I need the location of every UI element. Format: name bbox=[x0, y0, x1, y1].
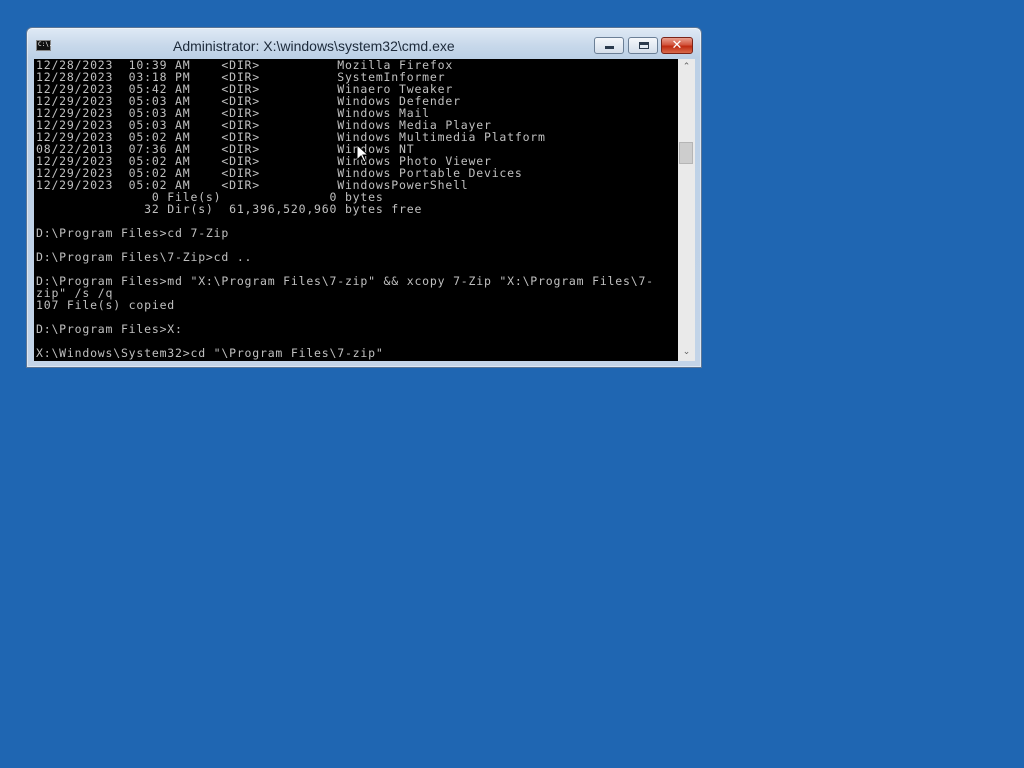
scroll-thumb[interactable] bbox=[679, 142, 693, 164]
window-title: Administrator: X:\windows\system32\cmd.e… bbox=[173, 38, 455, 54]
maximize-button[interactable] bbox=[628, 37, 658, 54]
console-line: 107 File(s) copied bbox=[36, 298, 176, 312]
vertical-scrollbar[interactable]: ⌃ ⌄ bbox=[678, 59, 695, 361]
cmd-window[interactable]: C:\. Administrator: X:\windows\system32\… bbox=[26, 27, 702, 368]
console-line: D:\Program Files>X: bbox=[36, 322, 183, 336]
scroll-down-button[interactable]: ⌄ bbox=[678, 344, 695, 361]
maximize-icon bbox=[639, 42, 649, 49]
console-line: D:\Program Files>cd 7-Zip bbox=[36, 226, 230, 240]
minimize-button[interactable] bbox=[594, 37, 624, 54]
console-output[interactable]: 12/28/2023 10:39 AM <DIR> Mozilla Firefo… bbox=[34, 59, 678, 361]
console-line: D:\Program Files\7-Zip>cd .. bbox=[36, 250, 253, 264]
scroll-up-button[interactable]: ⌃ bbox=[678, 59, 695, 76]
console-line: D:\Program Files>md "X:\Program Files\7-… bbox=[36, 274, 654, 288]
console-line: 32 Dir(s) 61,396,520,960 bytes free bbox=[36, 202, 423, 216]
title-bar[interactable]: C:\. Administrator: X:\windows\system32\… bbox=[27, 28, 701, 59]
console-text: 12/28/2023 10:39 AM <DIR> Mozilla Firefo… bbox=[34, 59, 678, 359]
close-button[interactable]: ✕ bbox=[661, 37, 693, 54]
minimize-icon bbox=[605, 46, 614, 49]
cmd-icon[interactable]: C:\. bbox=[36, 40, 53, 51]
cmd-icon-text: C:\. bbox=[38, 41, 53, 48]
close-icon: ✕ bbox=[671, 38, 683, 53]
console-line: X:\Windows\System32>cd "\Program Files\7… bbox=[36, 346, 384, 360]
